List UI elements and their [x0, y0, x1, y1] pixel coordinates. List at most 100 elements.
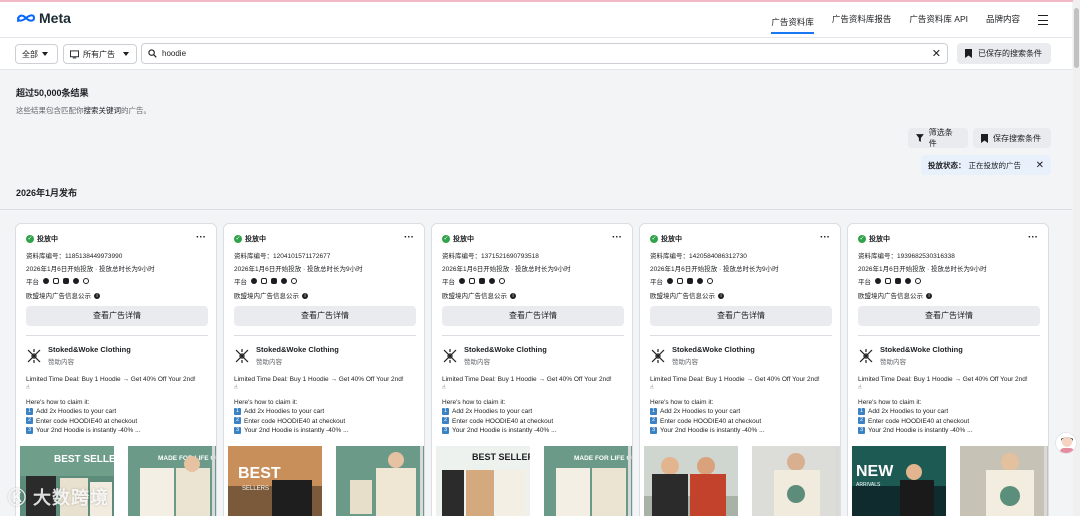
eu-transparency-row[interactable]: 欧盟境内广告信息公示 i [442, 290, 516, 300]
more-options-icon[interactable]: ··· [820, 232, 830, 243]
instagram-icon [469, 278, 475, 284]
scrollbar-thumb[interactable] [1074, 8, 1079, 68]
bookmark-icon [981, 133, 988, 143]
see-ad-details-button[interactable]: 查看广告详情 [650, 306, 832, 326]
nav-ad-library-api[interactable]: 广告资料库 API [909, 2, 968, 38]
see-ad-details-button[interactable]: 查看广告详情 [858, 306, 1040, 326]
advertiser-name[interactable]: Stoked&Woke Clothing [672, 345, 755, 354]
meta-infinity-icon [17, 14, 36, 22]
more-options-icon[interactable]: ··· [612, 232, 622, 243]
carousel-scrollbar[interactable] [836, 446, 839, 516]
filter-button[interactable]: 筛选条件 [908, 128, 968, 148]
ad-copy-step: 2 Enter code HOODIE40 at checkout [650, 417, 762, 425]
search-input[interactable]: hoodie ✕ [141, 43, 948, 64]
clear-search-icon[interactable]: ✕ [932, 47, 941, 60]
ad-carousel-image[interactable]: MADE FOR LIFE OU [128, 446, 216, 516]
card-divider [858, 335, 1040, 336]
ad-carousel-image[interactable]: MADE FOR LIFE OU [544, 446, 633, 516]
nav-ad-library-report[interactable]: 广告资料库报告 [832, 2, 892, 38]
more-options-icon[interactable]: ··· [1028, 232, 1038, 243]
facebook-icon [251, 278, 257, 284]
floating-assistant-avatar[interactable] [1055, 432, 1077, 454]
advertiser-name[interactable]: Stoked&Woke Clothing [880, 345, 963, 354]
library-id: 资料库编号：1204101571172677 [234, 253, 331, 260]
threads-icon [83, 278, 89, 284]
eu-transparency-row[interactable]: 欧盟境内广告信息公示 i [26, 290, 100, 300]
ad-carousel-image[interactable] [960, 446, 1048, 516]
sponsored-label: 赞助内容 [464, 359, 490, 366]
platforms-row: 平台 [234, 276, 297, 286]
number-3-icon: 3 [442, 426, 449, 434]
advertiser-name[interactable]: Stoked&Woke Clothing [256, 345, 339, 354]
status-filter-chip[interactable]: 投放状态： 正在投放的广告 ✕ [921, 155, 1051, 175]
carousel-scrollbar[interactable] [1044, 446, 1047, 516]
ad-carousel-image[interactable] [336, 446, 424, 516]
platforms-row: 平台 [650, 276, 713, 286]
saved-searches-button[interactable]: 已保存的搜索条件 [957, 43, 1051, 64]
ad-copy-claim: Here's how to claim it: [442, 399, 506, 407]
ad-carousel-image[interactable]: NEW ARRIVALS [852, 446, 946, 516]
info-icon: i [718, 293, 724, 300]
advertiser-row[interactable]: Stoked&Woke Clothing 赞助内容 [650, 345, 755, 366]
eu-transparency-row[interactable]: 欧盟境内广告信息公示 i [650, 290, 724, 300]
number-1-icon: 1 [26, 408, 33, 416]
save-search-button[interactable]: 保存搜索条件 [973, 128, 1051, 148]
check-circle-icon: ✓ [858, 235, 866, 243]
messenger-icon [905, 278, 911, 284]
ad-card: ✓ 投放中 ··· 资料库编号：1420584086312730 2026年1月… [639, 223, 841, 516]
run-date: 2026年1月6日开始投放 · 投放总时长为9小时 [234, 266, 363, 273]
advertiser-logo-icon [651, 348, 665, 363]
advertiser-name[interactable]: Stoked&Woke Clothing [48, 345, 131, 354]
eu-transparency-label: 欧盟境内广告信息公示 [650, 293, 715, 300]
threads-icon [915, 278, 921, 284]
hamburger-menu-icon[interactable] [1038, 15, 1048, 25]
library-id: 资料库编号：1185138449973990 [26, 253, 123, 260]
ad-carousel-image[interactable]: BEST SELLERS [228, 446, 322, 516]
ad-copy-step: 2 Enter code HOODIE40 at checkout [858, 417, 970, 425]
close-icon[interactable]: ✕ [1036, 160, 1044, 171]
active-status-badge: ✓ 投放中 [26, 234, 58, 244]
carousel-scrollbar[interactable] [212, 446, 215, 516]
audience-network-icon [271, 278, 277, 284]
see-ad-details-button[interactable]: 查看广告详情 [234, 306, 416, 326]
ad-carousel-image[interactable] [752, 446, 840, 516]
card-divider [442, 335, 624, 336]
ad-carousel-image[interactable]: BEST SELLERS [436, 446, 530, 516]
ad-copy: Limited Time Deal: Buy 1 Hoodie → Get 40… [442, 375, 628, 435]
advertiser-name[interactable]: Stoked&Woke Clothing [464, 345, 547, 354]
advertiser-row[interactable]: Stoked&Woke Clothing 赞助内容 [234, 345, 339, 366]
more-options-icon[interactable]: ··· [196, 232, 206, 243]
eu-transparency-row[interactable]: 欧盟境内广告信息公示 i [858, 290, 932, 300]
check-circle-icon: ✓ [26, 235, 34, 243]
run-date: 2026年1月6日开始投放 · 投放总时长为9小时 [650, 266, 779, 273]
threads-icon [291, 278, 297, 284]
hand-emoji-icon: ☝ [442, 385, 446, 392]
platforms-row: 平台 [442, 276, 505, 286]
run-date: 2026年1月6日开始投放 · 投放总时长为9小时 [26, 266, 155, 273]
nav-ad-library[interactable]: 广告资料库 [771, 10, 814, 34]
meta-logo[interactable]: Meta [16, 10, 71, 26]
see-ad-details-button[interactable]: 查看广告详情 [442, 306, 624, 326]
ad-type-dropdown-value: 所有广告 [83, 49, 115, 59]
carousel-scrollbar[interactable] [628, 446, 631, 516]
eu-transparency-row[interactable]: 欧盟境内广告信息公示 i [234, 290, 308, 300]
audience-network-icon [687, 278, 693, 284]
top-navigation-bar: Meta 广告资料库 广告资料库报告 广告资料库 API 品牌内容 [0, 2, 1072, 38]
advertiser-row[interactable]: Stoked&Woke Clothing 赞助内容 [442, 345, 547, 366]
see-ad-details-button[interactable]: 查看广告详情 [26, 306, 208, 326]
audience-network-icon [895, 278, 901, 284]
svg-text:BEST: BEST [238, 465, 281, 482]
instagram-icon [885, 278, 891, 284]
more-options-icon[interactable]: ··· [404, 232, 414, 243]
advertiser-row[interactable]: Stoked&Woke Clothing 赞助内容 [858, 345, 963, 366]
carousel-scrollbar[interactable] [420, 446, 423, 516]
ad-type-dropdown[interactable]: 所有广告 [63, 44, 137, 64]
region-dropdown[interactable]: 全部 [15, 44, 58, 64]
facebook-icon [459, 278, 465, 284]
advertiser-row[interactable]: Stoked&Woke Clothing 赞助内容 [26, 345, 131, 366]
svg-text:MADE FOR LIFE OU: MADE FOR LIFE OU [574, 455, 633, 462]
nav-branded-content[interactable]: 品牌内容 [986, 2, 1020, 38]
sponsored-label: 赞助内容 [672, 359, 698, 366]
number-2-icon: 2 [650, 417, 657, 425]
ad-carousel-image[interactable] [644, 446, 738, 516]
